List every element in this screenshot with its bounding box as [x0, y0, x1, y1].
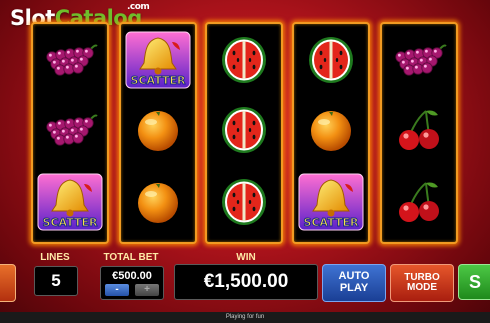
control-bar: LINES 5 TOTAL BET €500.00 - + WIN €1,500… — [0, 244, 490, 312]
bet-minus-button[interactable]: - — [105, 284, 129, 296]
grapes-icon — [391, 41, 447, 79]
svg-text:SCATTER: SCATTER — [131, 74, 186, 87]
reel-5 — [380, 22, 458, 244]
turbo-mode-button[interactable]: TURBO MODE — [390, 264, 454, 302]
lines-label: LINES — [40, 252, 70, 263]
reel-4: SCATTER — [292, 22, 370, 244]
watermelon-icon — [220, 177, 268, 227]
footer-status: Playing for fun — [0, 312, 490, 323]
reel-1: SCATTER — [31, 22, 109, 244]
reel-5-row-3 — [382, 172, 456, 232]
watermelon-icon — [220, 35, 268, 85]
reel-2: SCATTER — [119, 22, 197, 244]
reel-5-row-1 — [382, 30, 456, 90]
reel-2-row-1: SCATTER — [121, 30, 195, 90]
total-bet-value: €500.00 — [112, 270, 152, 282]
orange-icon — [135, 107, 181, 153]
watermelon-icon — [307, 35, 355, 85]
reel-1-row-2 — [33, 100, 107, 160]
total-bet-panel: €500.00 - + — [100, 266, 164, 300]
scatter-icon: SCATTER — [298, 173, 364, 231]
scatter-icon: SCATTER — [125, 31, 191, 89]
reel-4-row-3: SCATTER — [294, 172, 368, 232]
total-bet-label: TOTAL BET — [103, 252, 159, 263]
autoplay-button[interactable]: AUTO PLAY — [322, 264, 386, 302]
reel-2-row-2 — [121, 100, 195, 160]
spin-button[interactable]: S — [458, 264, 490, 300]
logo-domain: .com — [127, 2, 150, 12]
reel-4-row-1 — [294, 30, 368, 90]
lines-value[interactable]: 5 — [34, 266, 78, 296]
bet-plus-button[interactable]: + — [135, 284, 159, 296]
grapes-icon — [42, 41, 98, 79]
reel-3 — [205, 22, 283, 244]
svg-text:SCATTER: SCATTER — [304, 216, 359, 229]
reel-3-row-1 — [207, 30, 281, 90]
reel-2-row-3 — [121, 172, 195, 232]
orange-icon — [135, 179, 181, 225]
reel-1-row-3: SCATTER — [33, 172, 107, 232]
reel-5-row-2 — [382, 100, 456, 160]
scatter-icon: SCATTER — [37, 173, 103, 231]
orange-icon — [308, 107, 354, 153]
svg-text:SCATTER: SCATTER — [43, 216, 98, 229]
win-label: WIN — [236, 252, 256, 263]
menu-button[interactable] — [0, 264, 16, 302]
turbo-label-line-2: MODE — [407, 282, 437, 293]
win-value: €1,500.00 — [174, 264, 318, 300]
reel-3-row-2 — [207, 100, 281, 160]
cherries-icon — [396, 179, 442, 225]
reel-4-row-2 — [294, 100, 368, 160]
watermelon-icon — [220, 105, 268, 155]
reel-1-row-1 — [33, 30, 107, 90]
reel-3-row-3 — [207, 172, 281, 232]
cherries-icon — [396, 107, 442, 153]
grapes-icon — [42, 111, 98, 149]
